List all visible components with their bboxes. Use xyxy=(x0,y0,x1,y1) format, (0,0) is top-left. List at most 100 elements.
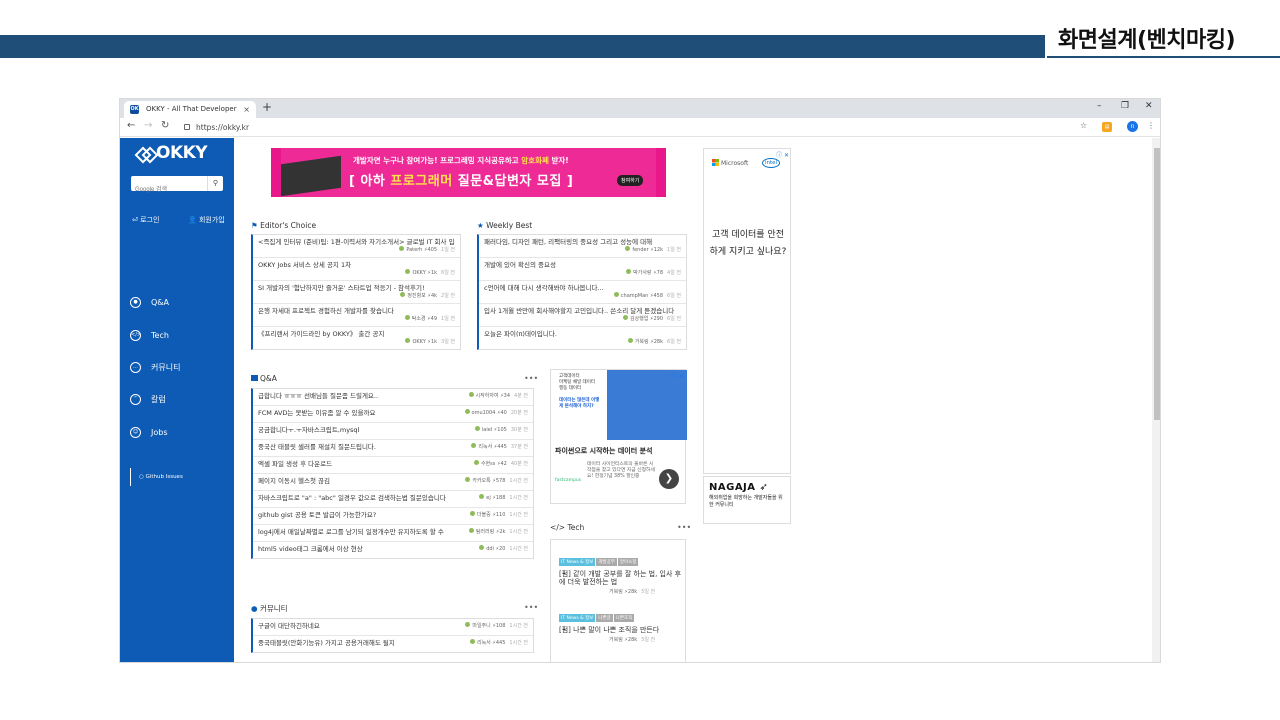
post-title[interactable]: 구글이 대단하긴하네요 xyxy=(258,622,320,630)
post-title[interactable]: 은행 자세대 프로젝트 경험하신 개발자를 찾습니다 xyxy=(258,307,455,315)
post-author[interactable]: 정진항포 xyxy=(407,293,425,299)
tag-badge[interactable]: 개발공부 xyxy=(596,558,617,566)
list-item[interactable]: 엑셀 파일 생성 후 다운로드 수현ss ⚡42 40분 전 xyxy=(253,457,533,474)
list-item[interactable]: 개발에 있어 확신의 중요성 박가사랑 ⚡78 4일 전 xyxy=(479,258,686,281)
post-title[interactable]: 패러다임, 디자인 패턴, 리팩터링의 중요성 그리고 성능에 대해 xyxy=(484,238,681,246)
tech-post-title[interactable]: [펌] 같이 개발 공부를 잘 하는 법, 입사 후에 더욱 발전하는 법 xyxy=(559,570,683,586)
sidebar-item-column[interactable]: “칼럼 xyxy=(130,393,166,407)
post-title[interactable]: html5 video태그 크롬에서 이상 현상 xyxy=(258,545,363,553)
github-issues-link[interactable]: ○ Github Issues xyxy=(130,468,183,486)
post-title[interactable]: 《프리랜서 가이드라인 by OKKY》 출간 공지 xyxy=(258,330,455,338)
post-title[interactable]: 개발에 있어 확신의 중요성 xyxy=(484,261,681,269)
list-item[interactable]: github gist 공용 토큰 발급이 가능한가요? 더블중 ⚡110 1시간 … xyxy=(253,508,533,525)
sidebar-item-jobs[interactable]: ☺ Jobs xyxy=(130,426,168,440)
post-author[interactable]: 거북링 xyxy=(609,637,623,643)
list-item[interactable]: html5 video태그 크롬에서 이상 현상 ddi ⚡20 1시간 전 xyxy=(253,542,533,558)
sidebar-item-tech[interactable]: </> Tech xyxy=(130,329,169,343)
post-author[interactable]: 시작하자여 xyxy=(476,393,499,399)
login-link[interactable]: ⏎ 로그인 xyxy=(132,215,159,225)
ad-close-icon[interactable]: ⓘ ✕ xyxy=(776,150,789,159)
search-input[interactable] xyxy=(131,182,205,198)
list-item[interactable]: SI 개발자의 '험난하지만 즐거운' 스타트업 적응기 - 참석후기! 정진항포… xyxy=(253,281,460,304)
signup-link[interactable]: 👤 회원가입 xyxy=(188,215,225,225)
back-icon[interactable]: ← xyxy=(127,120,135,131)
extension-icon[interactable]: ▤ xyxy=(1102,122,1112,132)
sidebar-item-qa[interactable]: ● Q&A xyxy=(130,296,169,310)
tech-more-button[interactable]: ••• xyxy=(677,523,691,532)
post-author[interactable]: 리눅서 xyxy=(478,444,492,450)
vertical-scrollbar[interactable] xyxy=(1152,138,1160,662)
post-author[interactable]: OKKY xyxy=(412,270,425,276)
post-author[interactable]: laiel xyxy=(482,427,492,433)
post-author[interactable]: 박가사랑 xyxy=(633,270,651,276)
sidebar-item-community[interactable]: … 커뮤니티 xyxy=(130,361,180,375)
new-tab-icon[interactable]: + xyxy=(262,100,272,114)
list-item[interactable]: 오늘은 파이(π)데이입니다. 거북링 ⚡28k 6일 전 xyxy=(479,327,686,349)
profile-avatar[interactable]: n xyxy=(1127,121,1138,132)
post-title[interactable]: 페이지 이동시 헬스첫 끊김 xyxy=(258,477,330,485)
reload-icon[interactable]: ↻ xyxy=(161,120,169,131)
post-title[interactable]: 급합니다 ㅠㅠㅠ 선배님들 질문좀 드릴게요.. xyxy=(258,392,378,400)
tag-badge[interactable]: 알아소정 xyxy=(617,558,639,566)
post-author[interactable]: 팀러러링 xyxy=(476,529,494,535)
post-title[interactable]: 궁금합니다ㅜ.ㅜ자바스크립트,mysql xyxy=(258,426,359,434)
post-title[interactable]: 중국산 태블릿 셀러를 재설치 질문드립니다. xyxy=(258,443,376,451)
post-author[interactable]: 거북링 xyxy=(635,339,649,345)
post-title[interactable]: 중국태블릿(안화기능유) 가지고 공용거래해도 될지 xyxy=(258,639,395,647)
search-icon[interactable]: ⚲ xyxy=(207,176,223,191)
microsoft-intel-ad[interactable]: Microsoft intel ⓘ ✕ 고객 데이터를 안전하게 지키고 싶나요… xyxy=(703,148,791,474)
post-author[interactable]: 마일주니 xyxy=(472,623,490,629)
post-author[interactable]: 수현ss xyxy=(481,461,495,467)
address-bar[interactable]: https://okky.kr xyxy=(180,121,1080,134)
restore-icon[interactable]: ❐ xyxy=(1121,101,1129,111)
post-author[interactable]: 리눅서 xyxy=(477,640,491,646)
tab-close-icon[interactable]: × xyxy=(243,101,250,118)
post-title[interactable]: c언어에 대해 다시 생각해봐야 하나봅니다... xyxy=(484,284,681,292)
list-item[interactable]: 중국태블릿(안화기능유) 가지고 공용거래해도 될지 리눅서 ⚡445 1시간 전 xyxy=(253,636,533,652)
tech-post-title[interactable]: [펌] 나쁜 말이 나쁜 조직을 만든다 xyxy=(559,626,683,634)
post-title[interactable]: github gist 공용 토큰 발급이 가능한가요? xyxy=(258,511,376,519)
list-item[interactable]: c언어에 대해 다시 생각해봐야 하나봅니다... champMan ⚡458 6일… xyxy=(479,281,686,304)
browser-tab[interactable]: OK OKKY - All That Developer × xyxy=(124,101,256,118)
list-item[interactable]: 입사 1개월 반만에 회사해야할지 고민입니다.. 쓴소리 달게 듣겠습니다 김상… xyxy=(479,304,686,327)
list-item[interactable]: 패러다임, 디자인 패턴, 리팩터링의 중요성 그리고 성능에 대해 fender… xyxy=(479,235,686,258)
post-author[interactable]: 탁소경 xyxy=(412,316,426,322)
post-author[interactable]: 거북링 xyxy=(609,589,623,595)
promo-banner[interactable]: 개발자면 누구나 참여가능! 프로그래밍 지식공유하고 암호화폐 받자! [ 아… xyxy=(271,148,666,197)
post-title[interactable]: FCM AVD는 못받는 이유좀 알 수 있을까요 xyxy=(258,409,376,417)
list-item[interactable]: OKKY Jobs 서비스 상세 공지 1차 OKKY ⚡1k 6일 전 xyxy=(253,258,460,281)
post-author[interactable]: 더블중 xyxy=(477,512,491,518)
python-course-ad[interactable]: 고객데이터 마케팅 채널 데이터 행동 데이터 데이터는 많은데 어떻게 분석해… xyxy=(550,369,687,504)
post-author[interactable]: omu1004 xyxy=(472,410,496,416)
ad-close-icon[interactable]: ⓘ ✕ xyxy=(671,371,684,380)
tag-badge[interactable]: IT News & 정보 xyxy=(559,558,596,566)
scrollbar-thumb[interactable] xyxy=(1154,148,1160,420)
tag-badge[interactable]: IT News & 정보 xyxy=(559,614,596,622)
post-author[interactable]: OKKY xyxy=(412,339,425,345)
tag-badge[interactable]: 나쁜글 xyxy=(596,614,613,622)
list-item[interactable]: 은행 자세대 프로젝트 경험하신 개발자를 찾습니다 탁소경 ⚡49 1일 전 xyxy=(253,304,460,327)
post-author[interactable]: ddi xyxy=(486,546,494,552)
list-item[interactable]: 급합니다 ㅠㅠㅠ 선배님들 질문좀 드릴게요.. 시작하자여 ⚡34 4분 전 xyxy=(253,389,533,406)
tech-item[interactable]: IT News & 정보 개발공부 알아소정 [펌] 같이 개발 공부를 잘 하는 법… xyxy=(559,548,683,595)
nagaja-ad[interactable]: NAGAJA ➶ 해외취업을 희망하는 개발자들을 위한 커뮤니티 xyxy=(703,476,791,524)
post-title[interactable]: SI 개발자의 '험난하지만 즐거운' 스타트업 적응기 - 참석후기! xyxy=(258,284,455,292)
tech-item[interactable]: IT News & 정보엔터디비AI컴퓨터 xyxy=(559,654,683,662)
close-window-icon[interactable]: ✕ xyxy=(1145,101,1153,111)
post-author[interactable]: Paterh xyxy=(406,247,422,253)
ad-arrow-icon[interactable]: ❯ xyxy=(659,469,679,489)
post-title[interactable]: 오늘은 파이(π)데이입니다. xyxy=(484,330,681,338)
list-item[interactable]: log4j에서 매일날짜별로 로그를 남기되 일정개수만 유지하도록 할 수 없… xyxy=(253,525,533,542)
tag-badge[interactable]: 나쁜조직 xyxy=(613,614,635,622)
list-item[interactable]: 구글이 대단하긴하네요 마일주니 ⚡108 1시간 전 xyxy=(253,619,533,636)
tech-item[interactable]: IT News & 정보 나쁜글 나쁜조직 [펌] 나쁜 말이 나쁜 조직을 만든다거… xyxy=(559,604,683,643)
post-author[interactable]: fender xyxy=(632,247,648,253)
list-item[interactable]: 《프리랜서 가이드라인 by OKKY》 출간 공지 OKKY ⚡1k 3일 전 xyxy=(253,327,460,349)
post-title[interactable]: OKKY Jobs 서비스 상세 공지 1차 xyxy=(258,261,455,269)
post-author[interactable]: 카카오톡 xyxy=(472,478,490,484)
post-title[interactable]: 엑셀 파일 생성 후 다운로드 xyxy=(258,460,332,468)
list-item[interactable]: <즉집게 인터뷰 (준비)팁: 1편-이력서와 자기소개서> 글로벌 IT 회사… xyxy=(253,235,460,258)
banner-join-button[interactable]: 참여하기 xyxy=(617,175,644,186)
qa-more-button[interactable]: ••• xyxy=(524,374,538,383)
list-item[interactable]: FCM AVD는 못받는 이유좀 알 수 있을까요 omu1004 ⚡40 20분 … xyxy=(253,406,533,423)
